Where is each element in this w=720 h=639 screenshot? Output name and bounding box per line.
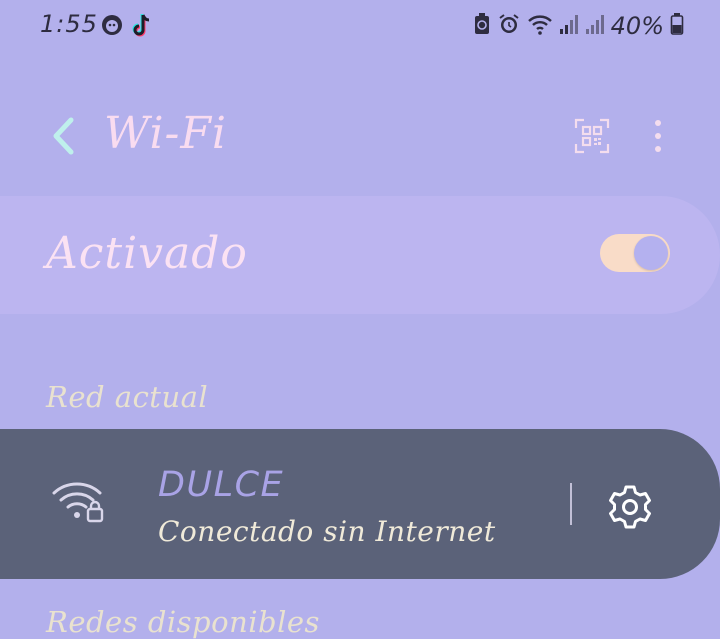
signal-icon (559, 13, 579, 39)
face-icon (100, 13, 124, 43)
qr-code-button[interactable] (574, 118, 610, 154)
app-header: Wi-Fi (0, 100, 720, 170)
battery-icon (670, 12, 684, 40)
wifi-status-icon (527, 12, 553, 40)
status-right: 40% (473, 12, 684, 40)
section-current-network: Red actual (46, 380, 209, 414)
wifi-toggle-row[interactable]: Activado (0, 196, 720, 314)
current-network-item[interactable]: DULCE Conectado sin Internet (0, 429, 720, 579)
battery-percent: 40% (610, 12, 664, 40)
signal-icon (585, 13, 605, 39)
back-button[interactable] (44, 114, 84, 158)
alarm-icon (497, 12, 521, 40)
battery-saver-icon (473, 12, 491, 40)
qr-code-icon (574, 118, 610, 154)
toggle-knob (634, 236, 668, 270)
status-time: 1:55 (40, 10, 98, 38)
more-options-button[interactable] (642, 118, 674, 154)
gear-icon (609, 485, 651, 529)
network-settings-button[interactable] (606, 483, 654, 531)
wifi-locked-icon (50, 479, 108, 527)
wifi-status-label: Activado (46, 228, 248, 279)
page-title: Wi-Fi (104, 108, 227, 159)
divider (570, 483, 572, 525)
notification-icons (100, 13, 154, 43)
tiktok-icon (130, 13, 154, 43)
network-status: Conectado sin Internet (158, 515, 496, 548)
network-name: DULCE (158, 465, 285, 505)
chevron-left-icon (53, 117, 74, 155)
section-available-networks: Redes disponibles (46, 605, 320, 639)
status-bar: 1:55 40% (0, 0, 720, 52)
more-vertical-icon (655, 120, 661, 152)
wifi-toggle-switch[interactable] (600, 234, 670, 272)
